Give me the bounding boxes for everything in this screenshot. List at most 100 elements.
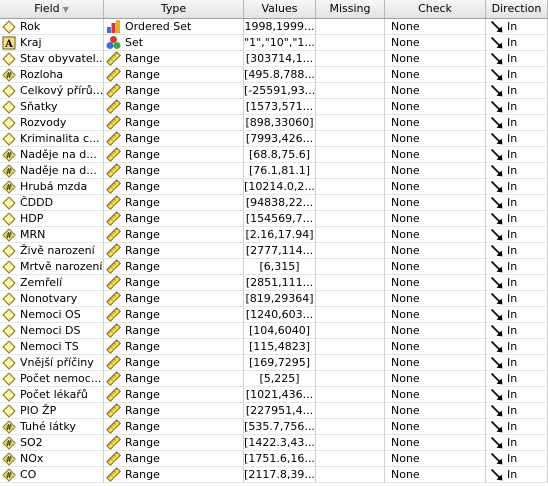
field-cell[interactable]: A Kraj [0,35,104,51]
values-cell[interactable]: [76.1,81.1] [244,163,316,179]
field-cell[interactable]: # Naděje na d... [0,147,104,163]
table-row[interactable]: Nemoci DS Range [104,6040] None In [0,323,548,339]
table-row[interactable]: Kriminalita c... Range [7993,426... None In [0,131,548,147]
missing-cell[interactable] [316,67,385,83]
direction-cell[interactable]: In [486,275,548,291]
check-cell[interactable]: None [385,195,486,211]
check-cell[interactable]: None [385,243,486,259]
field-cell[interactable]: Zemřelí [0,275,104,291]
values-cell[interactable]: [819,29364] [244,291,316,307]
field-cell[interactable]: Počet nemoc... [0,371,104,387]
type-cell[interactable]: Range [104,403,244,419]
check-cell[interactable]: None [385,179,486,195]
field-cell[interactable]: Živě narození [0,243,104,259]
missing-cell[interactable] [316,195,385,211]
direction-cell[interactable]: In [486,51,548,67]
check-cell[interactable]: None [385,339,486,355]
direction-cell[interactable]: In [486,339,548,355]
check-cell[interactable]: None [385,147,486,163]
field-cell[interactable]: Nemoci DS [0,323,104,339]
check-cell[interactable]: None [385,227,486,243]
values-cell[interactable]: [104,6040] [244,323,316,339]
check-cell[interactable]: None [385,211,486,227]
direction-cell[interactable]: In [486,323,548,339]
missing-cell[interactable] [316,291,385,307]
table-row[interactable]: # MRN Range [2.16,17.94] None In [0,227,548,243]
direction-cell[interactable]: In [486,147,548,163]
check-cell[interactable]: None [385,307,486,323]
check-cell[interactable]: None [385,115,486,131]
table-row[interactable]: # CO Range [2117.8,39... None In [0,467,548,483]
type-cell[interactable]: Range [104,307,244,323]
check-cell[interactable]: None [385,387,486,403]
table-row[interactable]: # SO2 Range [1422.3,43... None In [0,435,548,451]
direction-cell[interactable]: In [486,451,548,467]
values-cell[interactable]: [2.16,17.94] [244,227,316,243]
values-cell[interactable]: [5,225] [244,371,316,387]
direction-cell[interactable]: In [486,99,548,115]
column-header-check[interactable]: Check [385,0,486,18]
table-row[interactable]: PIO ŽP Range [227951,4... None In [0,403,548,419]
table-row[interactable]: Vnější příčiny Range [169,7295] None In [0,355,548,371]
table-row[interactable]: Celkový přírů... Range [-25591,93... None In [0,83,548,99]
type-cell[interactable]: Range [104,419,244,435]
field-cell[interactable]: Nemoci TS [0,339,104,355]
check-cell[interactable]: None [385,403,486,419]
type-cell[interactable]: Range [104,243,244,259]
direction-cell[interactable]: In [486,19,548,35]
values-cell[interactable]: [2851,111... [244,275,316,291]
field-cell[interactable]: Rozvody [0,115,104,131]
field-cell[interactable]: Vnější příčiny [0,355,104,371]
missing-cell[interactable] [316,35,385,51]
missing-cell[interactable] [316,179,385,195]
check-cell[interactable]: None [385,163,486,179]
table-row[interactable]: # Naděje na d... Range [68.8,75.6] None In [0,147,548,163]
missing-cell[interactable] [316,259,385,275]
values-cell[interactable]: [1240,603... [244,307,316,323]
field-cell[interactable]: # MRN [0,227,104,243]
field-cell[interactable]: # CO [0,467,104,483]
field-cell[interactable]: # Rozloha [0,67,104,83]
type-cell[interactable]: Range [104,435,244,451]
missing-cell[interactable] [316,403,385,419]
missing-cell[interactable] [316,307,385,323]
field-cell[interactable]: # Hrubá mzda [0,179,104,195]
missing-cell[interactable] [316,83,385,99]
field-cell[interactable]: HDP [0,211,104,227]
direction-cell[interactable]: In [486,371,548,387]
field-cell[interactable]: PIO ŽP [0,403,104,419]
column-header-type[interactable]: Type [104,0,244,18]
field-cell[interactable]: Rok [0,19,104,35]
column-header-direction[interactable]: Direction [486,0,548,18]
type-cell[interactable]: Range [104,275,244,291]
table-row[interactable]: # NOx Range [1751.6,16... None In [0,451,548,467]
missing-cell[interactable] [316,435,385,451]
check-cell[interactable]: None [385,291,486,307]
missing-cell[interactable] [316,131,385,147]
missing-cell[interactable] [316,419,385,435]
missing-cell[interactable] [316,355,385,371]
missing-cell[interactable] [316,339,385,355]
check-cell[interactable]: None [385,323,486,339]
table-row[interactable]: # Naděje na d... Range [76.1,81.1] None In [0,163,548,179]
type-cell[interactable]: Range [104,51,244,67]
missing-cell[interactable] [316,99,385,115]
values-cell[interactable]: [303714,1... [244,51,316,67]
direction-cell[interactable]: In [486,387,548,403]
type-cell[interactable]: Range [104,323,244,339]
missing-cell[interactable] [316,275,385,291]
direction-cell[interactable]: In [486,83,548,99]
type-cell[interactable]: Range [104,147,244,163]
field-cell[interactable]: Stav obyvatel... [0,51,104,67]
check-cell[interactable]: None [385,451,486,467]
table-row[interactable]: Nemoci TS Range [115,4823] None In [0,339,548,355]
missing-cell[interactable] [316,323,385,339]
type-cell[interactable]: Range [104,387,244,403]
check-cell[interactable]: None [385,435,486,451]
values-cell[interactable]: [6,315] [244,259,316,275]
missing-cell[interactable] [316,451,385,467]
field-cell[interactable]: Nonotvary [0,291,104,307]
check-cell[interactable]: None [385,67,486,83]
check-cell[interactable]: None [385,19,486,35]
missing-cell[interactable] [316,115,385,131]
